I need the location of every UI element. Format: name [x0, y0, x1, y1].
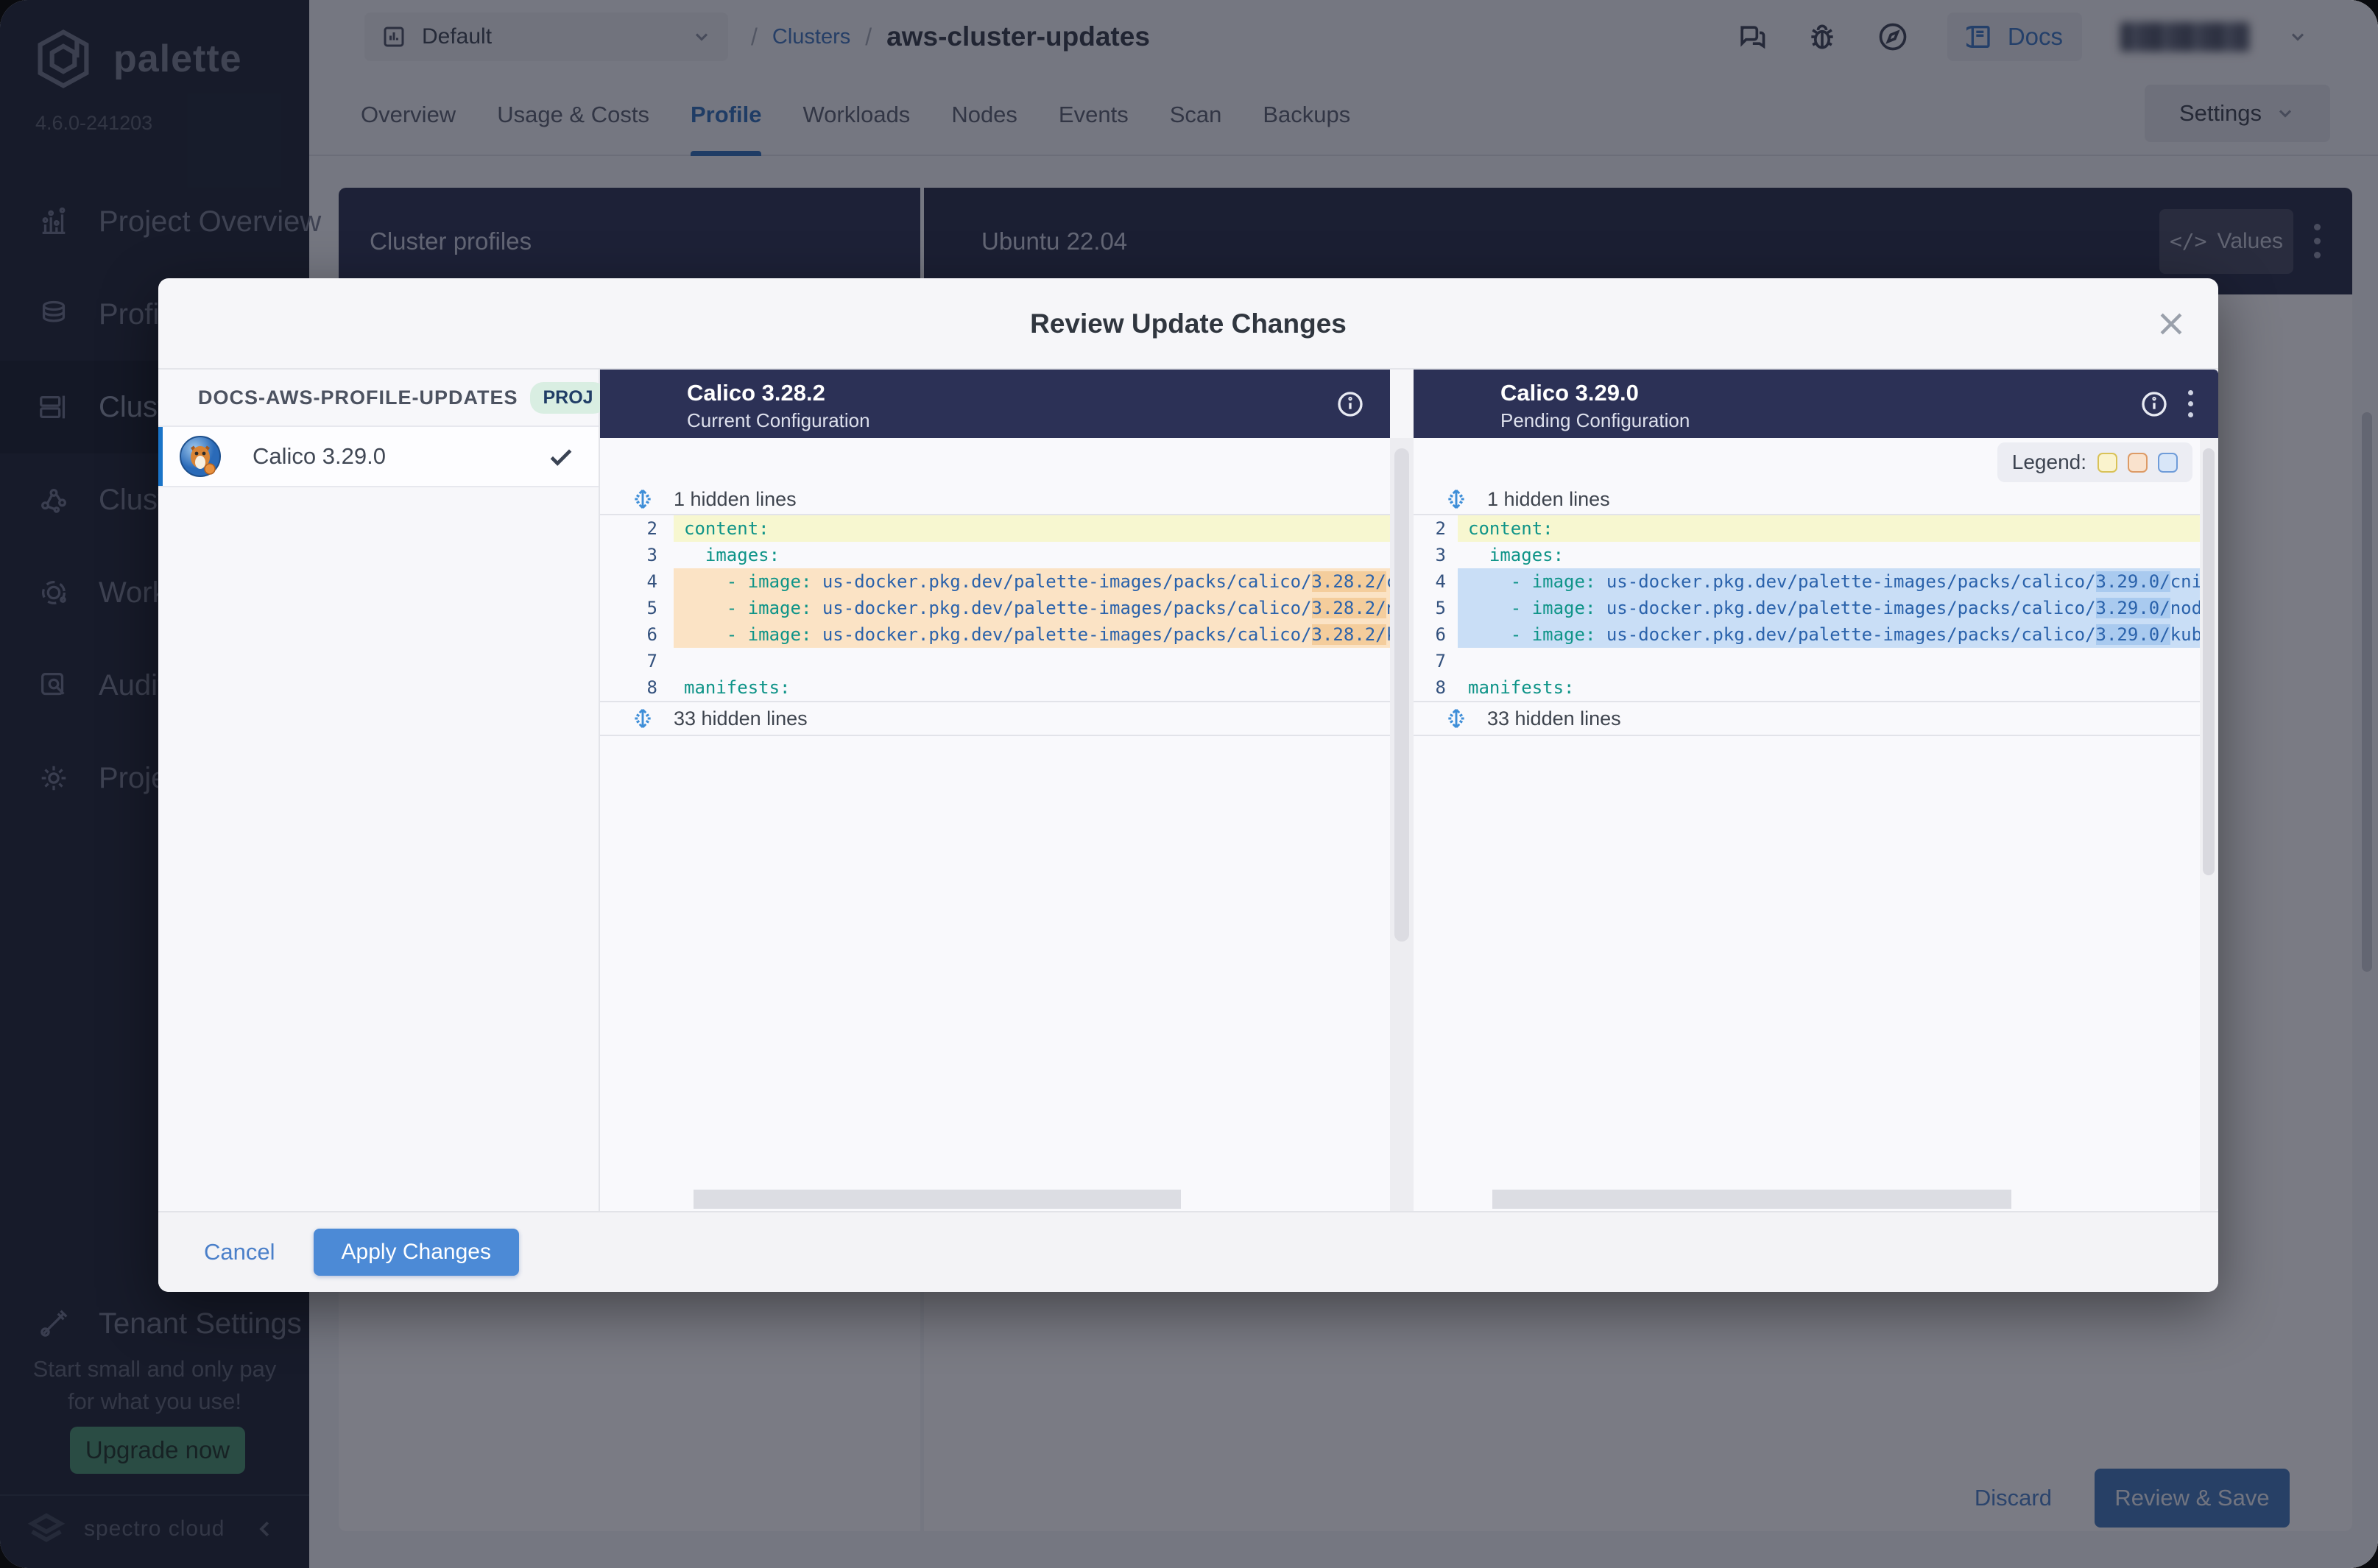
diff-right-header: Calico 3.29.0 Pending Configuration	[1414, 370, 2218, 438]
apply-changes-button[interactable]: Apply Changes	[314, 1229, 519, 1276]
line-code: manifests:	[1458, 674, 2200, 701]
diff-left-rows: 2content:3 images:4 - image: us-docker.p…	[600, 515, 1390, 701]
diff-line-3: 3 images:	[1414, 542, 2200, 568]
modal-title-bar: Review Update Changes	[158, 278, 2218, 370]
diff-line-7: 7	[1414, 648, 2200, 674]
diff-line-4: 4 - image: us-docker.pkg.dev/palette-ima…	[1414, 568, 2200, 595]
hidden-lines-label: 1 hidden lines	[1487, 488, 1610, 511]
current-pack-title: Calico 3.28.2	[687, 380, 825, 406]
review-update-changes-modal: Review Update Changes DOCS-AWS-PROFILE-U…	[158, 278, 2218, 1292]
diff-right-rows: 2content:3 images:4 - image: us-docker.p…	[1414, 515, 2200, 701]
diff-kebab-menu-icon[interactable]	[2188, 390, 2193, 417]
diff-line-7: 7	[600, 648, 1390, 674]
line-number: 5	[600, 595, 674, 621]
line-code	[1458, 648, 2200, 674]
diff-legend: Legend:	[1997, 442, 2192, 482]
diff-left-panel: 1 hidden lines 2content:3 images:4 - ima…	[600, 438, 1390, 1211]
diff-line-3: 3 images:	[600, 542, 1390, 568]
info-icon[interactable]	[2139, 389, 2169, 419]
horizontal-scrollbar[interactable]	[1492, 1190, 2011, 1209]
diff-center-scrollbar[interactable]	[1390, 438, 1414, 1211]
unfold-icon	[631, 707, 655, 730]
line-number: 2	[600, 515, 674, 542]
line-number: 4	[1414, 568, 1458, 595]
diff-line-4: 4 - image: us-docker.pkg.dev/palette-ima…	[600, 568, 1390, 595]
diff-line-2: 2content:	[600, 515, 1390, 542]
hidden-lines-expander[interactable]: 33 hidden lines	[600, 701, 1390, 736]
cancel-button[interactable]: Cancel	[204, 1239, 275, 1265]
line-code: - image: us-docker.pkg.dev/palette-image…	[1458, 621, 2200, 648]
hidden-lines-expander[interactable]: 33 hidden lines	[1414, 701, 2200, 736]
profile-group-name: DOCS-AWS-PROFILE-UPDATES	[198, 386, 518, 409]
line-number: 4	[600, 568, 674, 595]
legend-square-removed	[2128, 453, 2148, 473]
unfold-icon	[1444, 487, 1468, 511]
unfold-icon	[631, 487, 655, 511]
line-code: images:	[1458, 542, 2200, 568]
line-code	[674, 648, 1390, 674]
diff-line-6: 6 - image: us-docker.pkg.dev/palette-ima…	[600, 621, 1390, 648]
current-pack-subtitle: Current Configuration	[687, 409, 870, 432]
line-number: 8	[600, 674, 674, 701]
profile-scope-badge: PROJ	[530, 382, 607, 414]
diff-spacer	[600, 438, 1390, 484]
close-icon[interactable]	[2155, 308, 2187, 340]
line-number: 7	[600, 648, 674, 674]
legend-swatches	[2097, 453, 2178, 473]
hidden-lines-label: 1 hidden lines	[674, 488, 797, 511]
hidden-lines-label: 33 hidden lines	[674, 707, 808, 730]
app-root: palette 4.6.0-241203 Project Overview Pr…	[0, 0, 2378, 1568]
line-number: 3	[600, 542, 674, 568]
diff-line-5: 5 - image: us-docker.pkg.dev/palette-ima…	[600, 595, 1390, 621]
pack-name: Calico 3.29.0	[253, 443, 547, 470]
line-code: - image: us-docker.pkg.dev/palette-image…	[674, 568, 1390, 595]
pending-pack-title: Calico 3.29.0	[1500, 380, 1639, 406]
legend-label: Legend:	[2012, 451, 2086, 474]
profile-tree-panel: DOCS-AWS-PROFILE-UPDATES PROJ 1.1.0 Cali…	[158, 370, 600, 1211]
diff-line-2: 2content:	[1414, 515, 2200, 542]
line-code: content:	[1458, 515, 2200, 542]
diff-right-scrollbar[interactable]	[2200, 438, 2218, 1211]
modal-footer: Cancel Apply Changes	[158, 1211, 2218, 1292]
line-code: manifests:	[674, 674, 1390, 701]
diff-left-header: Calico 3.28.2 Current Configuration	[600, 370, 1390, 438]
diff-right-panel: Legend: 1 hidden lines 2content:3 images…	[1414, 438, 2200, 1211]
line-number: 5	[1414, 595, 1458, 621]
legend-square-added	[2158, 453, 2178, 473]
line-number: 2	[1414, 515, 1458, 542]
hidden-lines-expander[interactable]: 1 hidden lines	[600, 484, 1390, 515]
line-number: 6	[1414, 621, 1458, 648]
modal-title: Review Update Changes	[158, 278, 2218, 370]
line-code: images:	[674, 542, 1390, 568]
legend-square-modified	[2097, 453, 2117, 473]
line-code: content:	[674, 515, 1390, 542]
hidden-lines-label: 33 hidden lines	[1487, 707, 1621, 730]
calico-pack-logo-icon	[179, 435, 222, 478]
line-code: - image: us-docker.pkg.dev/palette-image…	[1458, 595, 2200, 621]
line-number: 7	[1414, 648, 1458, 674]
hidden-lines-expander[interactable]: 1 hidden lines	[1414, 484, 2200, 515]
pack-list-item-calico[interactable]: Calico 3.29.0	[158, 427, 599, 487]
pending-pack-subtitle: Pending Configuration	[1500, 409, 1690, 432]
diff-line-6: 6 - image: us-docker.pkg.dev/palette-ima…	[1414, 621, 2200, 648]
line-number: 8	[1414, 674, 1458, 701]
info-icon[interactable]	[1336, 389, 1365, 419]
diff-line-5: 5 - image: us-docker.pkg.dev/palette-ima…	[1414, 595, 2200, 621]
unfold-icon	[1444, 707, 1468, 730]
diff-line-8: 8manifests:	[1414, 674, 2200, 701]
horizontal-scrollbar[interactable]	[694, 1190, 1181, 1209]
profile-group-row[interactable]: DOCS-AWS-PROFILE-UPDATES PROJ 1.1.0	[158, 370, 599, 427]
line-code: - image: us-docker.pkg.dev/palette-image…	[674, 595, 1390, 621]
line-number: 3	[1414, 542, 1458, 568]
line-number: 6	[600, 621, 674, 648]
line-code: - image: us-docker.pkg.dev/palette-image…	[674, 621, 1390, 648]
diff-line-8: 8manifests:	[600, 674, 1390, 701]
line-code: - image: us-docker.pkg.dev/palette-image…	[1458, 568, 2200, 595]
check-icon	[547, 442, 575, 470]
